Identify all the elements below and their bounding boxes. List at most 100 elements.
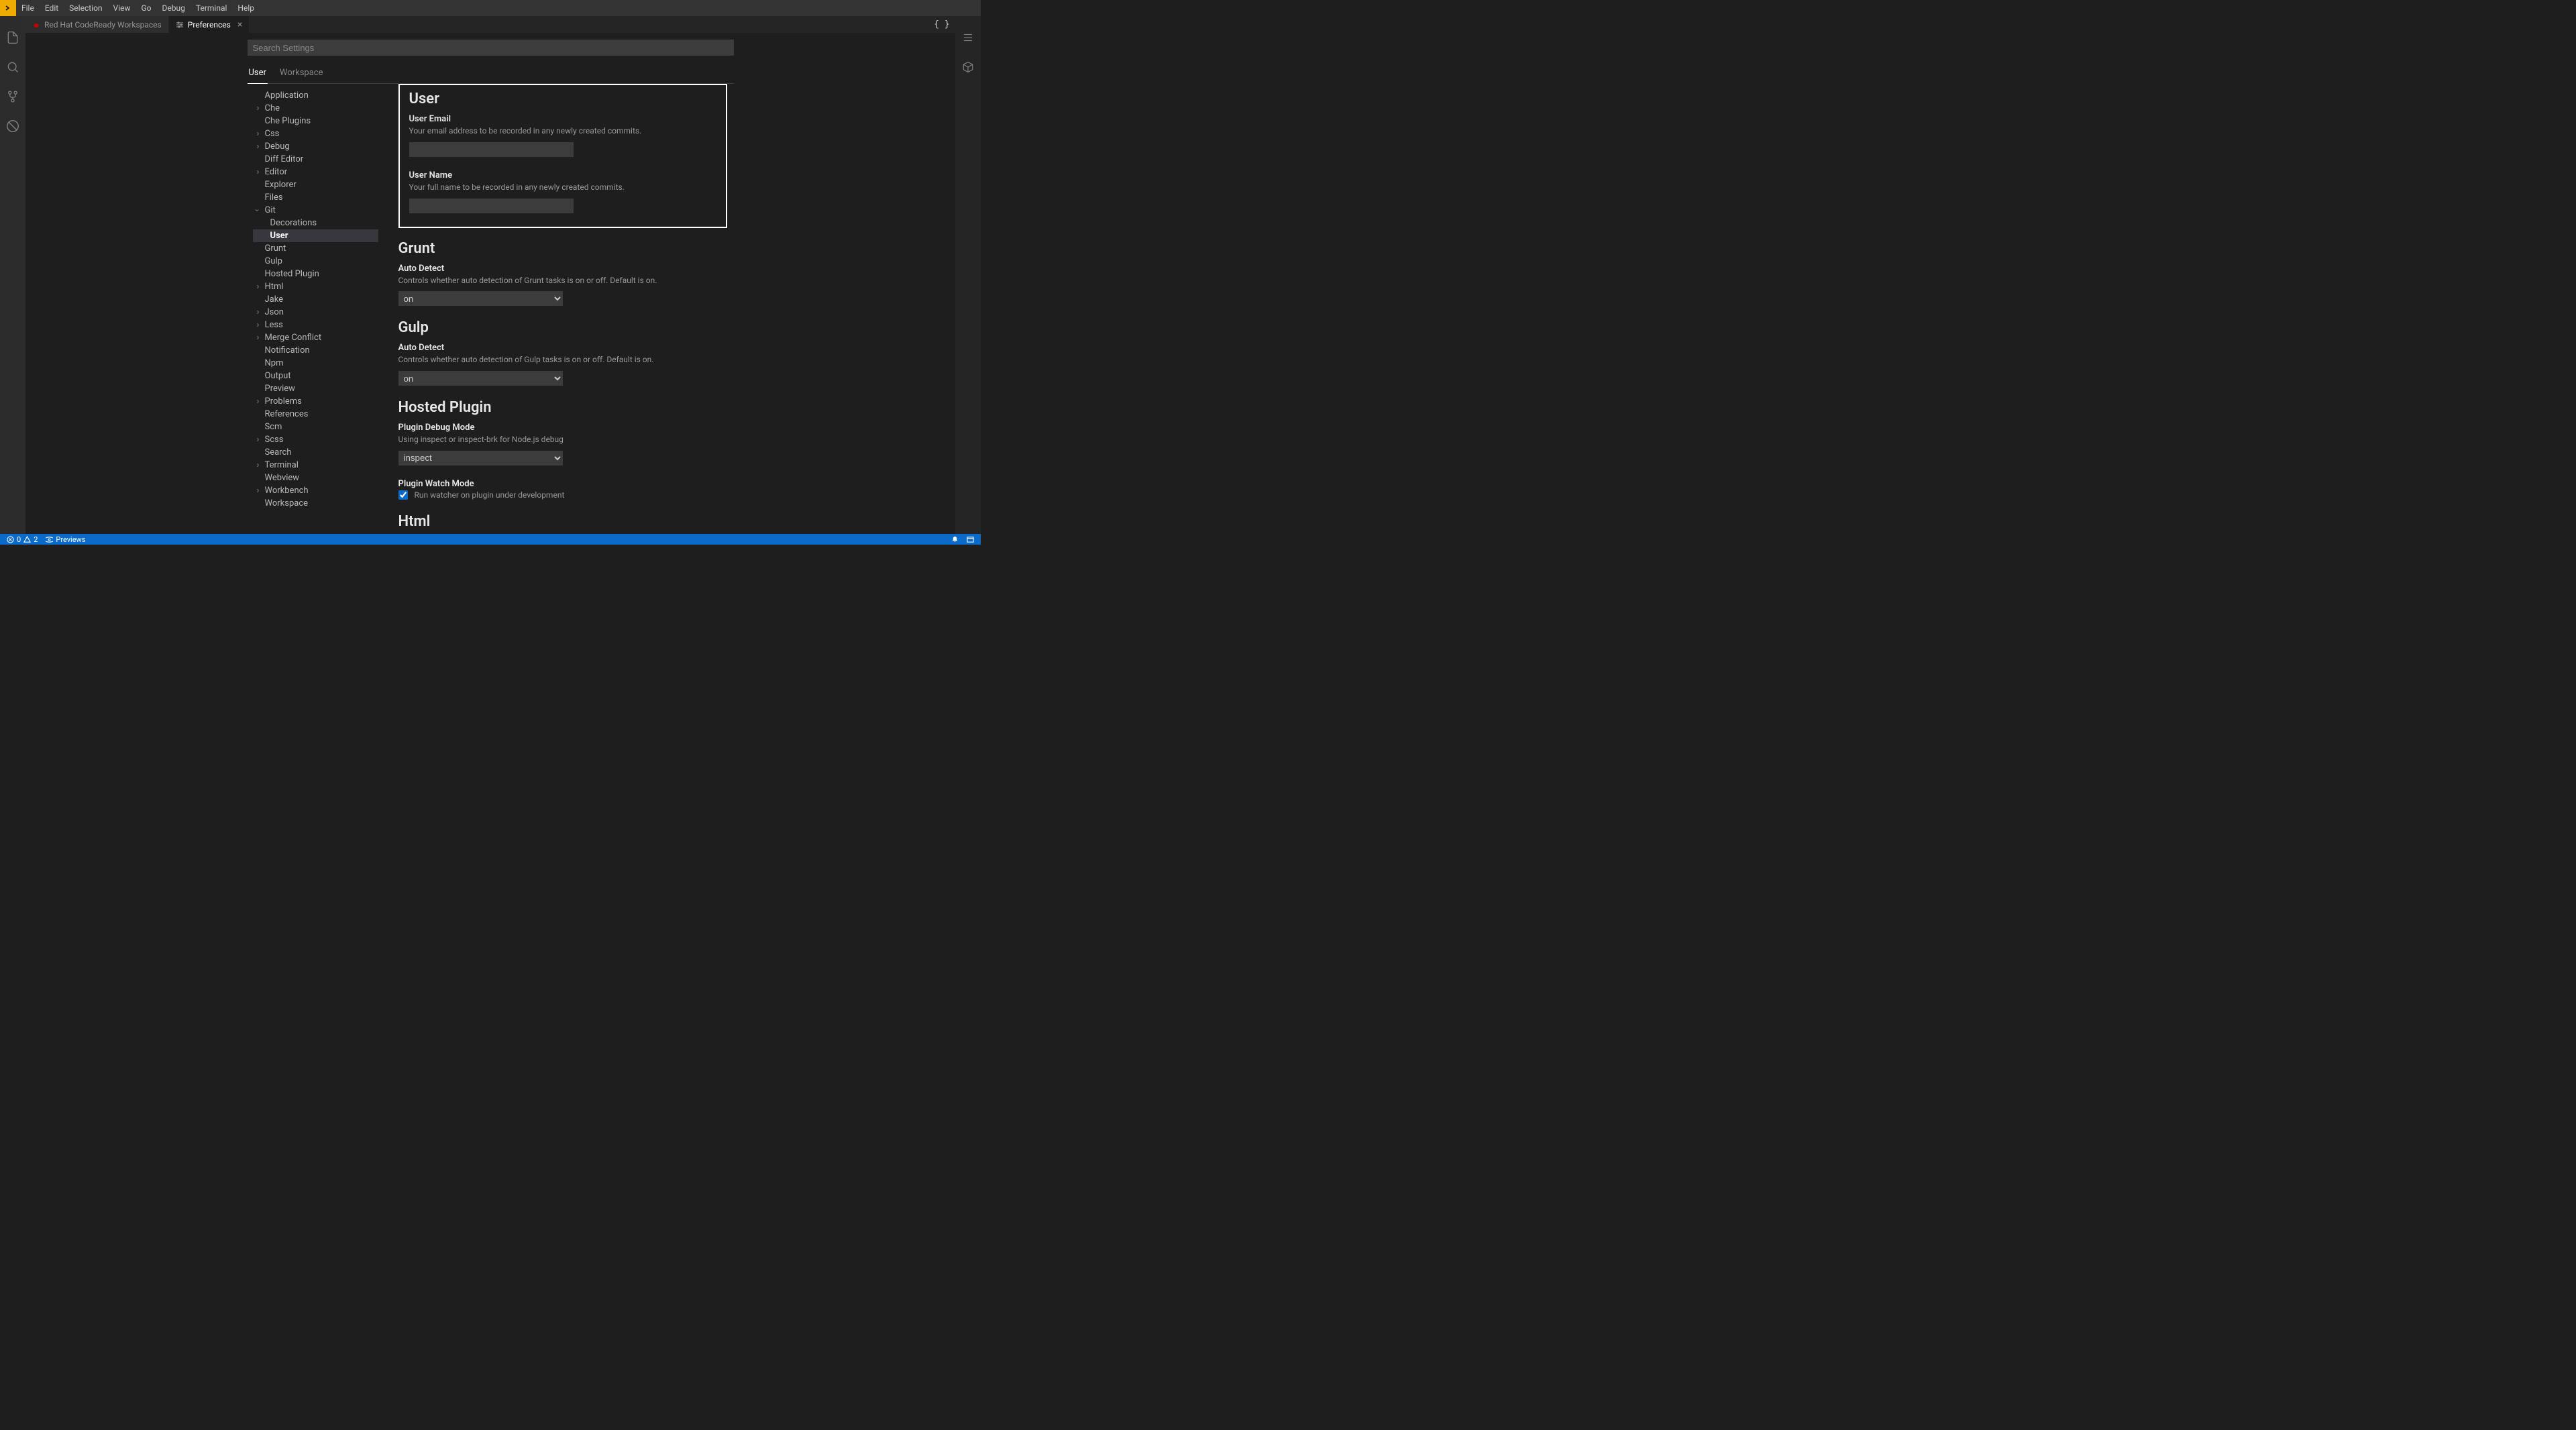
toc-gulp[interactable]: Gulp xyxy=(253,255,378,268)
toc-debug[interactable]: Debug xyxy=(253,140,378,153)
plugin-debug-mode-select[interactable]: inspect xyxy=(398,451,563,465)
previews-label: Previews xyxy=(56,535,85,544)
toc-merge-conflict[interactable]: Merge Conflict xyxy=(253,331,378,344)
status-errors[interactable]: 0 2 xyxy=(7,535,38,544)
toc-hosted-plugin[interactable]: Hosted Plugin xyxy=(253,268,378,280)
setting-label: Plugin Watch Mode xyxy=(398,479,727,489)
app-logo[interactable] xyxy=(0,0,16,16)
activity-bar-right xyxy=(955,16,981,534)
toc-preview[interactable]: Preview xyxy=(253,382,378,395)
toc-notification[interactable]: Notification xyxy=(253,344,378,357)
toc-terminal[interactable]: Terminal xyxy=(253,459,378,472)
toc-output[interactable]: Output xyxy=(253,370,378,382)
toc-scm[interactable]: Scm xyxy=(253,421,378,433)
toc-references[interactable]: References xyxy=(253,408,378,421)
toc-json[interactable]: Json xyxy=(253,306,378,319)
toc-css[interactable]: Css xyxy=(253,127,378,140)
toc-grunt[interactable]: Grunt xyxy=(253,242,378,255)
toc-diff-editor[interactable]: Diff Editor xyxy=(253,153,378,166)
settings-toc: Application Che Che Plugins Css Debug Di… xyxy=(248,84,378,534)
user-section-highlighted: User User Email Your email address to be… xyxy=(398,84,727,228)
checkbox-label: Run watcher on plugin under development xyxy=(415,490,565,500)
close-icon[interactable]: × xyxy=(237,19,242,30)
search-input[interactable] xyxy=(248,40,734,56)
toc-search[interactable]: Search xyxy=(253,446,378,459)
menu-edit[interactable]: Edit xyxy=(40,0,64,16)
user-email-input[interactable] xyxy=(409,142,574,157)
setting-label: User Email xyxy=(409,114,716,124)
setting-label: Auto Detect xyxy=(398,264,727,274)
menubar: File Edit Selection View Go Debug Termin… xyxy=(0,0,981,16)
status-bell-icon[interactable] xyxy=(951,536,959,543)
menu-selection[interactable]: Selection xyxy=(64,0,107,16)
menu-view[interactable]: View xyxy=(108,0,136,16)
setting-user-email: User Email Your email address to be reco… xyxy=(409,114,716,157)
cube-icon[interactable] xyxy=(960,59,976,75)
toc-files[interactable]: Files xyxy=(253,191,378,204)
activity-bar-left xyxy=(0,16,25,534)
grunt-autodetect-select[interactable]: on xyxy=(398,291,563,306)
toc-che[interactable]: Che xyxy=(253,102,378,115)
toc-che-plugins[interactable]: Che Plugins xyxy=(253,115,378,127)
toc-webview[interactable]: Webview xyxy=(253,472,378,484)
user-name-input[interactable] xyxy=(409,199,574,213)
setting-user-name: User Name Your full name to be recorded … xyxy=(409,170,716,213)
setting-plugin-debug-mode: Plugin Debug Mode Using inspect or inspe… xyxy=(398,423,727,465)
toc-problems[interactable]: Problems xyxy=(253,395,378,408)
scope-tab-workspace[interactable]: Workspace xyxy=(278,64,325,83)
redhat-icon xyxy=(32,21,40,29)
toc-npm[interactable]: Npm xyxy=(253,357,378,370)
group-title-hosted-plugin: Hosted Plugin xyxy=(398,399,727,416)
toc-workspace[interactable]: Workspace xyxy=(253,497,378,510)
tabbar: Red Hat CodeReady Workspaces Preferences… xyxy=(25,16,955,33)
settings-list: User User Email Your email address to be… xyxy=(378,84,734,534)
tab-label: Red Hat CodeReady Workspaces xyxy=(44,20,162,30)
setting-grunt-autodetect: Auto Detect Controls whether auto detect… xyxy=(398,264,727,307)
toc-jake[interactable]: Jake xyxy=(253,293,378,306)
warnings-count: 2 xyxy=(34,535,38,544)
search-icon[interactable] xyxy=(5,59,21,75)
setting-desc: Your full name to be recorded in any new… xyxy=(409,182,716,193)
toc-explorer[interactable]: Explorer xyxy=(253,178,378,191)
group-title-html: Html xyxy=(398,513,727,530)
tab-redhat-workspace[interactable]: Red Hat CodeReady Workspaces xyxy=(25,16,169,33)
toc-html[interactable]: Html xyxy=(253,280,378,293)
toc-git[interactable]: Git xyxy=(253,204,378,217)
errors-count: 0 xyxy=(17,535,21,544)
tab-preferences[interactable]: Preferences × xyxy=(169,16,250,33)
menu-help[interactable]: Help xyxy=(232,0,260,16)
toc-editor[interactable]: Editor xyxy=(253,166,378,178)
braces-icon[interactable]: { } xyxy=(934,16,950,32)
toc-application[interactable]: Application xyxy=(253,89,378,102)
outline-icon[interactable] xyxy=(960,30,976,46)
setting-gulp-autodetect: Auto Detect Controls whether auto detect… xyxy=(398,343,727,386)
toc-less[interactable]: Less xyxy=(253,319,378,331)
setting-label: User Name xyxy=(409,170,716,180)
gulp-autodetect-select[interactable]: on xyxy=(398,371,563,386)
setting-desc: Using inspect or inspect-brk for Node.js… xyxy=(398,434,727,445)
group-title-grunt: Grunt xyxy=(398,240,727,257)
toc-workbench[interactable]: Workbench xyxy=(253,484,378,497)
menu-file[interactable]: File xyxy=(16,0,40,16)
setting-label: Auto Detect xyxy=(398,343,727,353)
menu-terminal[interactable]: Terminal xyxy=(191,0,233,16)
group-title-user: User xyxy=(409,91,716,107)
toc-scss[interactable]: Scss xyxy=(253,433,378,446)
source-control-icon[interactable] xyxy=(5,89,21,105)
setting-desc: Controls whether auto detection of Gulp … xyxy=(398,354,727,366)
toc-git-user[interactable]: User xyxy=(253,229,378,242)
tab-label: Preferences xyxy=(188,20,231,30)
group-title-gulp: Gulp xyxy=(398,319,727,336)
debug-icon[interactable] xyxy=(5,118,21,134)
status-previews[interactable]: Previews xyxy=(46,535,85,544)
toc-git-decorations[interactable]: Decorations xyxy=(253,217,378,229)
scope-tabs: User Workspace xyxy=(248,64,734,84)
scope-tab-user[interactable]: User xyxy=(248,64,268,84)
setting-desc: Controls whether auto detection of Grunt… xyxy=(398,275,727,286)
statusbar: 0 2 Previews xyxy=(0,534,981,545)
plugin-watch-checkbox[interactable] xyxy=(398,490,408,500)
files-icon[interactable] xyxy=(5,30,21,46)
menu-debug[interactable]: Debug xyxy=(157,0,191,16)
menu-go[interactable]: Go xyxy=(136,0,157,16)
status-window-icon[interactable] xyxy=(967,536,974,543)
